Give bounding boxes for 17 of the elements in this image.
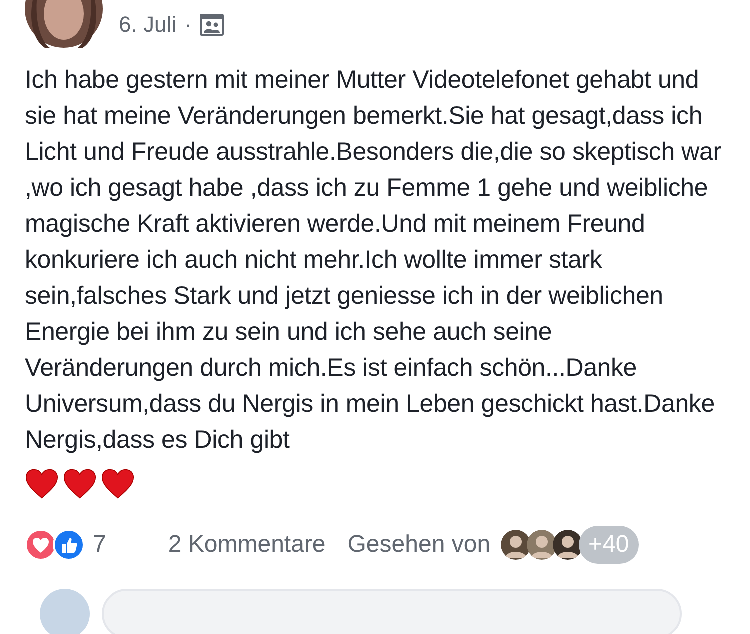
avatar-icon [500,530,531,560]
avatar [40,589,90,634]
heart-icon [63,468,97,500]
audience-icon [200,14,224,36]
love-reaction-icon [25,529,57,561]
avatar-icon [526,530,557,560]
comment-field[interactable] [102,589,682,634]
post-text: Ich habe gestern mit meiner Mutter Videotelefonet gehabt und sie hat meine Veränderungen bemerkt.Sie hat gesagt,dass ich Licht und Freude ausstrahle.Besonders die,die so skeptisch war ,wo ich gesagt habe ,dass ich zu Femme 1 gehe und weibliche magische Kraft aktivieren werde.Und mit meinem Freund konkuriere ich auch nicht mehr.Ich wollte immer stark sein,falsches Stark und jetzt geniesse ich in der weiblichen Energie bei ihm zu sein und ich sehe auch seine Veränderungen durch mich.Es ist einfach schön...Danke Universum,dass du Nergis in mein Leben geschickt hast.Danke Nergis,dass es Dich gibt [24,65,722,456]
avatar-icon [552,530,583,560]
reaction-count[interactable]: 7 [93,527,106,563]
post-date: 6. Juli [119,11,176,39]
heart-icon [101,468,135,500]
separator: · [184,11,192,39]
heart-icon [25,468,59,500]
like-reaction-icon [53,529,85,561]
seen-by-label: Gesehen von [348,530,491,560]
comments-link[interactable]: 2 Kommentare [168,527,326,563]
